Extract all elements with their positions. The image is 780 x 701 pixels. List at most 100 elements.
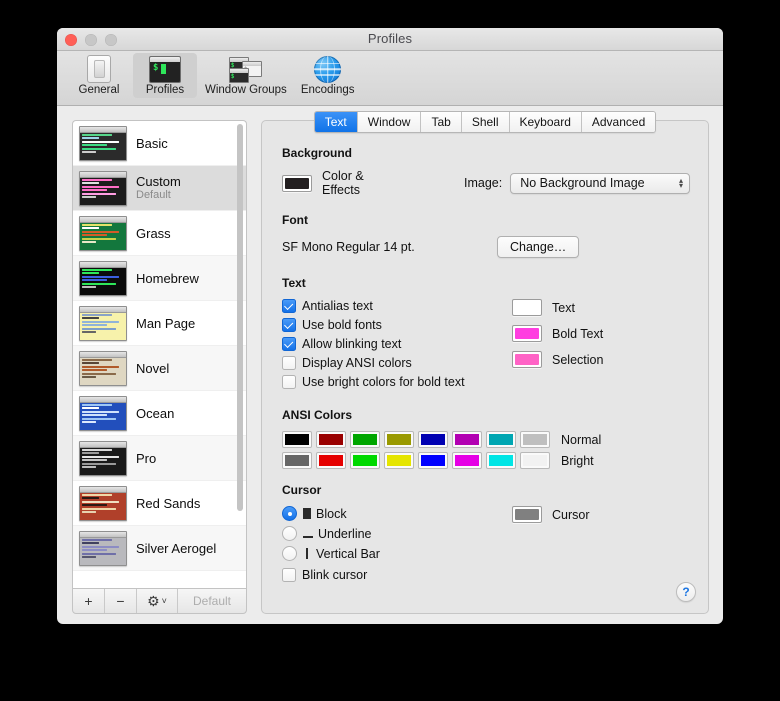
text-swatch-group: Text Bold Text Selection [512, 299, 603, 394]
text-section-title: Text [282, 276, 306, 290]
toolbar-item-general[interactable]: General [67, 53, 131, 98]
close-button-icon[interactable] [65, 34, 77, 46]
radio-cursor-block[interactable]: Block [282, 506, 512, 521]
swatch-row: Text [512, 299, 603, 316]
background-section-title: Background [282, 146, 353, 160]
toolbar-item-window-groups[interactable]: $ $ $ Window Groups [199, 53, 293, 98]
toolbar-item-encodings[interactable]: Encodings [295, 53, 361, 98]
ansi-swatch-normal-2[interactable] [350, 431, 380, 448]
tab-keyboard[interactable]: Keyboard [509, 112, 582, 132]
toolbar-label-general: General [78, 84, 120, 96]
profiles-scrollbar[interactable] [236, 124, 244, 585]
tab-window[interactable]: Window [357, 112, 422, 132]
cursor-section-title: Cursor [282, 483, 322, 497]
remove-profile-button[interactable]: − [105, 589, 137, 613]
ansi-swatch-bright-4[interactable] [418, 452, 448, 469]
background-color-swatch[interactable] [282, 174, 312, 192]
blink-cursor-checkbox[interactable]: Blink cursor [282, 568, 512, 582]
profile-row[interactable]: Novel [73, 346, 246, 391]
ansi-swatch-normal-4[interactable] [418, 431, 448, 448]
window-title: Profiles [367, 31, 413, 46]
cursor-shape-block-icon [303, 508, 311, 519]
checkbox-use-bright-colors-for-bold-text[interactable]: Use bright colors for bold text [282, 375, 512, 389]
tab-shell[interactable]: Shell [461, 112, 510, 132]
ansi-swatch-normal-5[interactable] [452, 431, 482, 448]
color-swatch-selection[interactable] [512, 351, 542, 368]
checkbox-display-ansi-colors[interactable]: Display ANSI colors [282, 356, 512, 370]
profile-thumbnail [79, 260, 127, 296]
radio-label: Vertical Bar [316, 546, 380, 561]
checkbox-allow-blinking-text[interactable]: Allow blinking text [282, 337, 512, 351]
ansi-swatch-bright-5[interactable] [452, 452, 482, 469]
swatch-row: Bold Text [512, 325, 603, 342]
profile-row[interactable]: Pro [73, 436, 246, 481]
ansi-row-normal: Normal [282, 431, 690, 448]
profile-actions-button[interactable]: ⚙ ˅ [137, 589, 178, 613]
ansi-swatch-normal-0[interactable] [282, 431, 312, 448]
ansi-swatch-bright-0[interactable] [282, 452, 312, 469]
ansi-swatch-normal-7[interactable] [520, 431, 550, 448]
ansi-swatch-normal-6[interactable] [486, 431, 516, 448]
profile-row[interactable]: Red Sands [73, 481, 246, 526]
checkbox-antialias-text[interactable]: Antialias text [282, 299, 512, 313]
swatch-label: Selection [552, 352, 604, 367]
add-profile-button[interactable]: + [73, 589, 105, 613]
profiles-list-footer: + − ⚙ ˅ Default [72, 588, 247, 614]
profile-name: Silver Aerogel [136, 540, 217, 556]
tab-tab[interactable]: Tab [421, 112, 462, 132]
zoom-button-icon[interactable] [105, 34, 117, 46]
profile-row[interactable]: Basic [73, 121, 246, 166]
checkbox-indicator [282, 375, 296, 389]
ansi-swatch-normal-3[interactable] [384, 431, 414, 448]
preferences-content: Basic Custom Default Grass Homebrew Man Page N… [57, 106, 723, 624]
profile-row[interactable]: Custom Default [73, 166, 246, 211]
checkbox-use-bold-fonts[interactable]: Use bold fonts [282, 318, 512, 332]
tab-text[interactable]: Text [314, 112, 358, 132]
checkbox-indicator [282, 299, 296, 313]
radio-indicator [282, 506, 297, 521]
ansi-row-label: Normal [561, 432, 602, 447]
cursor-color-swatch[interactable] [512, 506, 542, 523]
profile-row[interactable]: Ocean [73, 391, 246, 436]
tab-advanced[interactable]: Advanced [581, 112, 656, 132]
radio-cursor-vertical-bar[interactable]: Vertical Bar [282, 546, 512, 561]
background-image-label: Image: [464, 176, 503, 190]
ansi-swatch-normal-1[interactable] [316, 431, 346, 448]
help-button[interactable]: ? [676, 582, 696, 602]
swatch-label: Bold Text [552, 326, 604, 341]
profile-thumbnail [79, 350, 127, 386]
text-checkbox-group: Antialias text Use bold fonts Allow blinki… [282, 299, 512, 394]
minimize-button-icon[interactable] [85, 34, 97, 46]
font-section-title: Font [282, 213, 308, 227]
ansi-swatch-bright-3[interactable] [384, 452, 414, 469]
set-default-button[interactable]: Default [178, 589, 246, 613]
profile-row[interactable]: Silver Aerogel [73, 526, 246, 571]
profiles-list[interactable]: Basic Custom Default Grass Homebrew Man Page N… [72, 120, 247, 588]
profile-row[interactable]: Homebrew [73, 256, 246, 301]
ansi-swatch-bright-2[interactable] [350, 452, 380, 469]
toolbar-label-window-groups: Window Groups [205, 84, 287, 96]
profile-name: Novel [136, 360, 170, 376]
radio-cursor-underline[interactable]: Underline [282, 526, 512, 541]
terminal-icon: $ [149, 55, 181, 83]
toolbar-item-profiles[interactable]: $ Profiles [133, 53, 197, 98]
profile-row[interactable]: Man Page [73, 301, 246, 346]
profiles-sidebar: Basic Custom Default Grass Homebrew Man Page N… [72, 120, 247, 614]
ansi-swatch-bright-1[interactable] [316, 452, 346, 469]
gear-icon: ⚙ [147, 592, 160, 609]
ansi-swatch-bright-6[interactable] [486, 452, 516, 469]
ansi-swatch-bright-7[interactable] [520, 452, 550, 469]
settings-tabbar: Text Window Tab Shell Keyboard Advanced [262, 111, 708, 133]
chevron-down-icon: ˅ [161, 596, 167, 606]
color-swatch-bold-text[interactable] [512, 325, 542, 342]
color-swatch-text[interactable] [512, 299, 542, 316]
checkbox-indicator [282, 318, 296, 332]
scrollbar-thumb[interactable] [237, 124, 243, 512]
background-image-select[interactable]: No Background Image ▴ ▾ [510, 172, 690, 194]
change-font-button[interactable]: Change… [497, 236, 580, 258]
profile-row[interactable]: Grass [73, 211, 246, 256]
ansi-row-bright: Bright [282, 452, 690, 469]
globe-icon [314, 55, 342, 83]
chevron-updown-icon: ▴ ▾ [678, 176, 683, 190]
profile-thumbnail [79, 395, 127, 431]
